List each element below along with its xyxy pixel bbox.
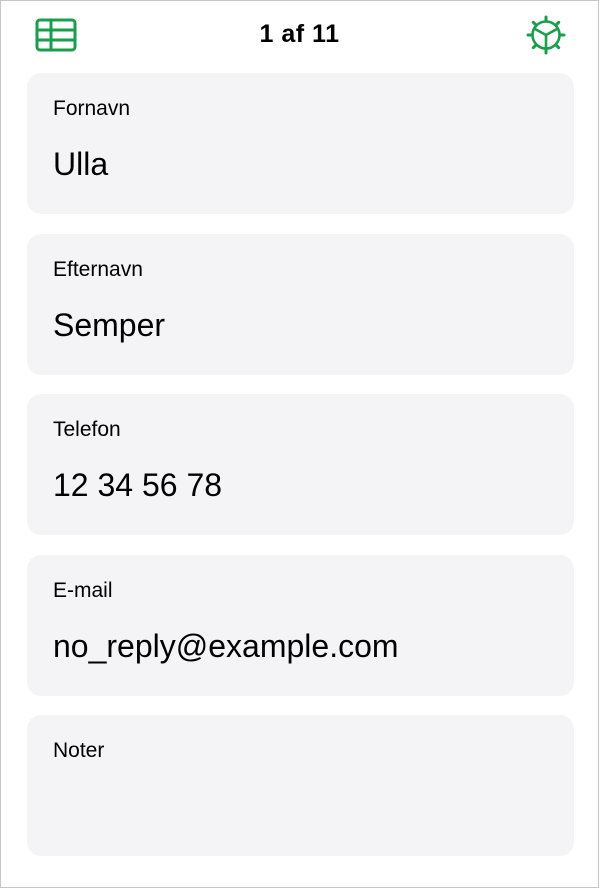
field-card-email[interactable]: E-mail no_reply@example.com xyxy=(27,555,574,696)
record-counter-title: 1 af 11 xyxy=(259,20,340,48)
toolbar: 1 af 11 xyxy=(1,1,598,69)
field-value-input[interactable]: 12 34 56 78 xyxy=(53,467,222,504)
field-card-efternavn[interactable]: Efternavn Semper xyxy=(27,234,574,375)
record-form-screen: 1 af 11 Fornavn Ulla Efternavn Semper Te… xyxy=(0,0,599,888)
field-label: E-mail xyxy=(53,579,113,602)
field-value-input[interactable]: Semper xyxy=(53,307,165,344)
settings-button[interactable] xyxy=(525,15,567,55)
field-label: Efternavn xyxy=(53,258,143,281)
field-card-noter[interactable]: Noter xyxy=(27,715,574,856)
field-value-input[interactable]: Ulla xyxy=(53,146,108,183)
field-label: Telefon xyxy=(53,418,121,441)
field-card-fornavn[interactable]: Fornavn Ulla xyxy=(27,73,574,214)
gear-play-icon xyxy=(526,15,566,55)
field-label: Noter xyxy=(53,739,105,762)
field-label: Fornavn xyxy=(53,97,131,120)
field-card-telefon[interactable]: Telefon 12 34 56 78 xyxy=(27,394,574,535)
field-value-input[interactable]: no_reply@example.com xyxy=(53,628,399,665)
